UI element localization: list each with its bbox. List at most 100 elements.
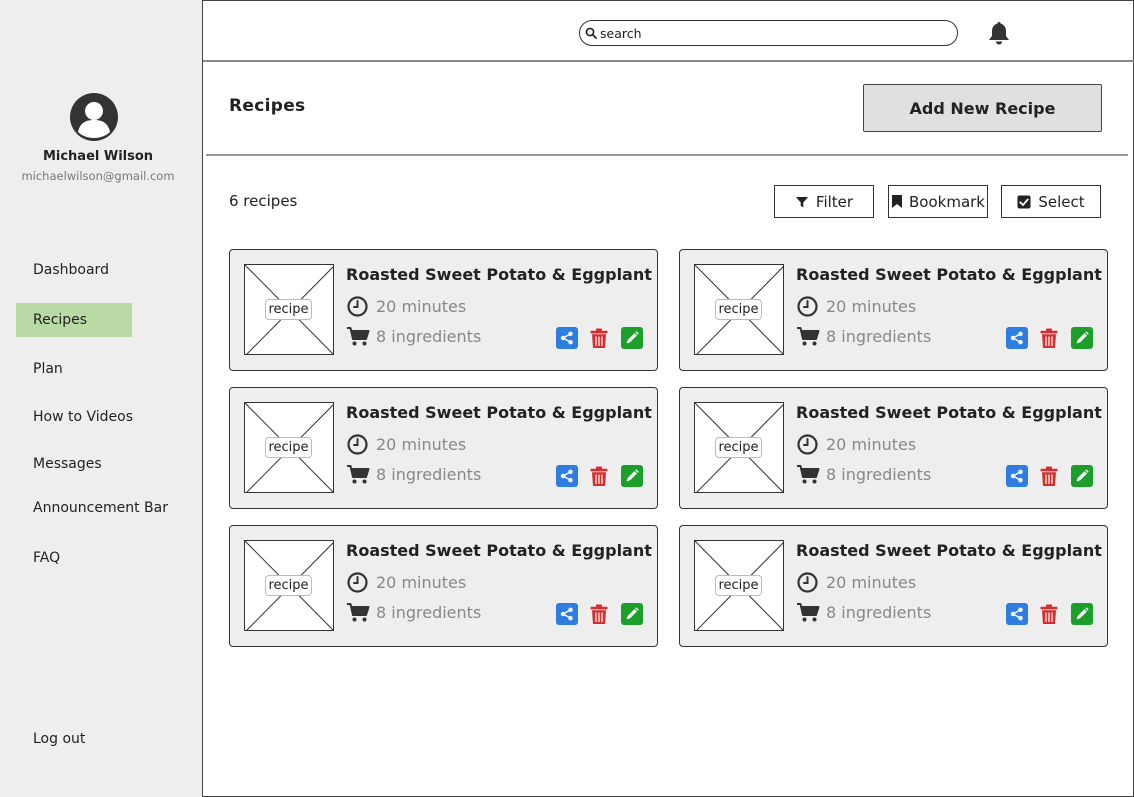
filter-label: Filter [815,192,854,211]
recipe-time-text: 20 minutes [376,297,467,316]
recipe-image-label: recipe [715,437,762,458]
share-button[interactable] [1006,327,1028,349]
edit-button[interactable] [1071,327,1093,349]
recipe-time: 20 minutes [347,434,466,455]
recipe-ingredients: 8 ingredients [346,602,481,623]
search-box[interactable] [579,20,958,46]
recipe-ingredients-text: 8 ingredients [826,465,932,484]
recipe-time: 20 minutes [797,434,916,455]
select-button[interactable]: Select [1001,185,1101,218]
delete-button[interactable] [1038,327,1060,349]
recipe-time-text: 20 minutes [376,435,467,454]
add-new-recipe-button[interactable]: Add New Recipe [863,84,1102,132]
sidebar-item-recipes[interactable]: Recipes [16,303,132,337]
recipe-ingredients: 8 ingredients [796,464,931,485]
delete-button[interactable] [588,465,610,487]
pencil-icon [626,607,639,620]
pencil-icon [626,469,639,482]
recipe-card[interactable]: recipe Roasted Sweet Potato & Eggplant 2… [229,387,658,509]
share-icon [560,607,573,621]
page-title: Recipes [229,96,306,116]
recipe-time-text: 20 minutes [826,297,917,316]
recipe-title[interactable]: Roasted Sweet Potato & Eggplant [346,403,652,422]
share-button[interactable] [1006,465,1028,487]
recipe-card[interactable]: recipe Roasted Sweet Potato & Eggplant 2… [229,525,658,647]
delete-button[interactable] [588,327,610,349]
delete-button[interactable] [1038,465,1060,487]
recipe-time: 20 minutes [347,296,466,317]
user-avatar-icon[interactable] [69,92,119,142]
trash-icon [590,466,608,486]
share-icon [1010,331,1023,345]
share-button[interactable] [556,465,578,487]
recipe-image-label: recipe [715,575,762,596]
search-input[interactable] [600,23,940,43]
bookmark-label: Bookmark [909,192,985,211]
pencil-icon [1076,469,1089,482]
recipe-time: 20 minutes [797,296,916,317]
header-divider [206,154,1128,156]
recipe-card[interactable]: recipe Roasted Sweet Potato & Eggplant 2… [679,249,1108,371]
recipe-ingredients-text: 8 ingredients [376,465,482,484]
filter-icon [795,196,808,207]
sidebar-item-dashboard[interactable]: Dashboard [16,253,132,287]
recipe-time: 20 minutes [797,572,916,593]
edit-button[interactable] [621,327,643,349]
share-icon [1010,607,1023,621]
pencil-icon [1076,607,1089,620]
clock-icon [797,434,818,455]
cart-icon [797,327,820,346]
recipe-time-text: 20 minutes [826,435,917,454]
bookmark-button[interactable]: Bookmark [888,185,988,218]
recipe-image-label: recipe [715,299,762,320]
recipe-image: recipe [244,402,334,493]
recipe-time-text: 20 minutes [376,573,467,592]
edit-button[interactable] [621,603,643,625]
recipe-ingredients: 8 ingredients [796,602,931,623]
sidebar: Michael Wilson michaelwilson@gmail.com D… [0,0,203,797]
clock-icon [797,572,818,593]
recipe-title[interactable]: Roasted Sweet Potato & Eggplant [346,265,652,284]
recipe-title[interactable]: Roasted Sweet Potato & Eggplant [796,403,1102,422]
recipe-title[interactable]: Roasted Sweet Potato & Eggplant [796,541,1102,560]
filter-button[interactable]: Filter [774,185,874,218]
edit-button[interactable] [1071,465,1093,487]
delete-button[interactable] [1038,603,1060,625]
recipe-ingredients: 8 ingredients [346,326,481,347]
recipe-card[interactable]: recipe Roasted Sweet Potato & Eggplant 2… [229,249,658,371]
recipe-ingredients-text: 8 ingredients [826,327,932,346]
clock-icon [347,296,368,317]
trash-icon [590,604,608,624]
recipe-ingredients-text: 8 ingredients [376,327,482,346]
sidebar-item-faq[interactable]: FAQ [16,541,132,575]
logout-link[interactable]: Log out [16,722,132,756]
delete-button[interactable] [588,603,610,625]
recipe-image: recipe [244,264,334,355]
sidebar-item-messages[interactable]: Messages [16,447,132,481]
share-button[interactable] [1006,603,1028,625]
bell-icon[interactable] [987,20,1011,46]
sidebar-item-announcement-bar[interactable]: Announcement Bar [16,491,176,525]
trash-icon [1040,466,1058,486]
clock-icon [797,296,818,317]
clock-icon [347,572,368,593]
recipe-title[interactable]: Roasted Sweet Potato & Eggplant [346,541,652,560]
pencil-icon [1076,331,1089,344]
share-button[interactable] [556,603,578,625]
recipe-title[interactable]: Roasted Sweet Potato & Eggplant [796,265,1102,284]
recipe-card[interactable]: recipe Roasted Sweet Potato & Eggplant 2… [679,387,1108,509]
cart-icon [797,465,820,484]
recipe-time: 20 minutes [347,572,466,593]
user-email: michaelwilson@gmail.com [21,169,175,183]
cart-icon [347,465,370,484]
user-name: Michael Wilson [42,149,154,164]
bookmark-icon [892,195,902,208]
edit-button[interactable] [621,465,643,487]
recipe-count: 6 recipes [229,192,298,210]
sidebar-item-how-to-videos[interactable]: How to Videos [16,400,133,434]
share-button[interactable] [556,327,578,349]
recipe-image: recipe [694,264,784,355]
sidebar-item-plan[interactable]: Plan [16,352,132,386]
recipe-card[interactable]: recipe Roasted Sweet Potato & Eggplant 2… [679,525,1108,647]
edit-button[interactable] [1071,603,1093,625]
